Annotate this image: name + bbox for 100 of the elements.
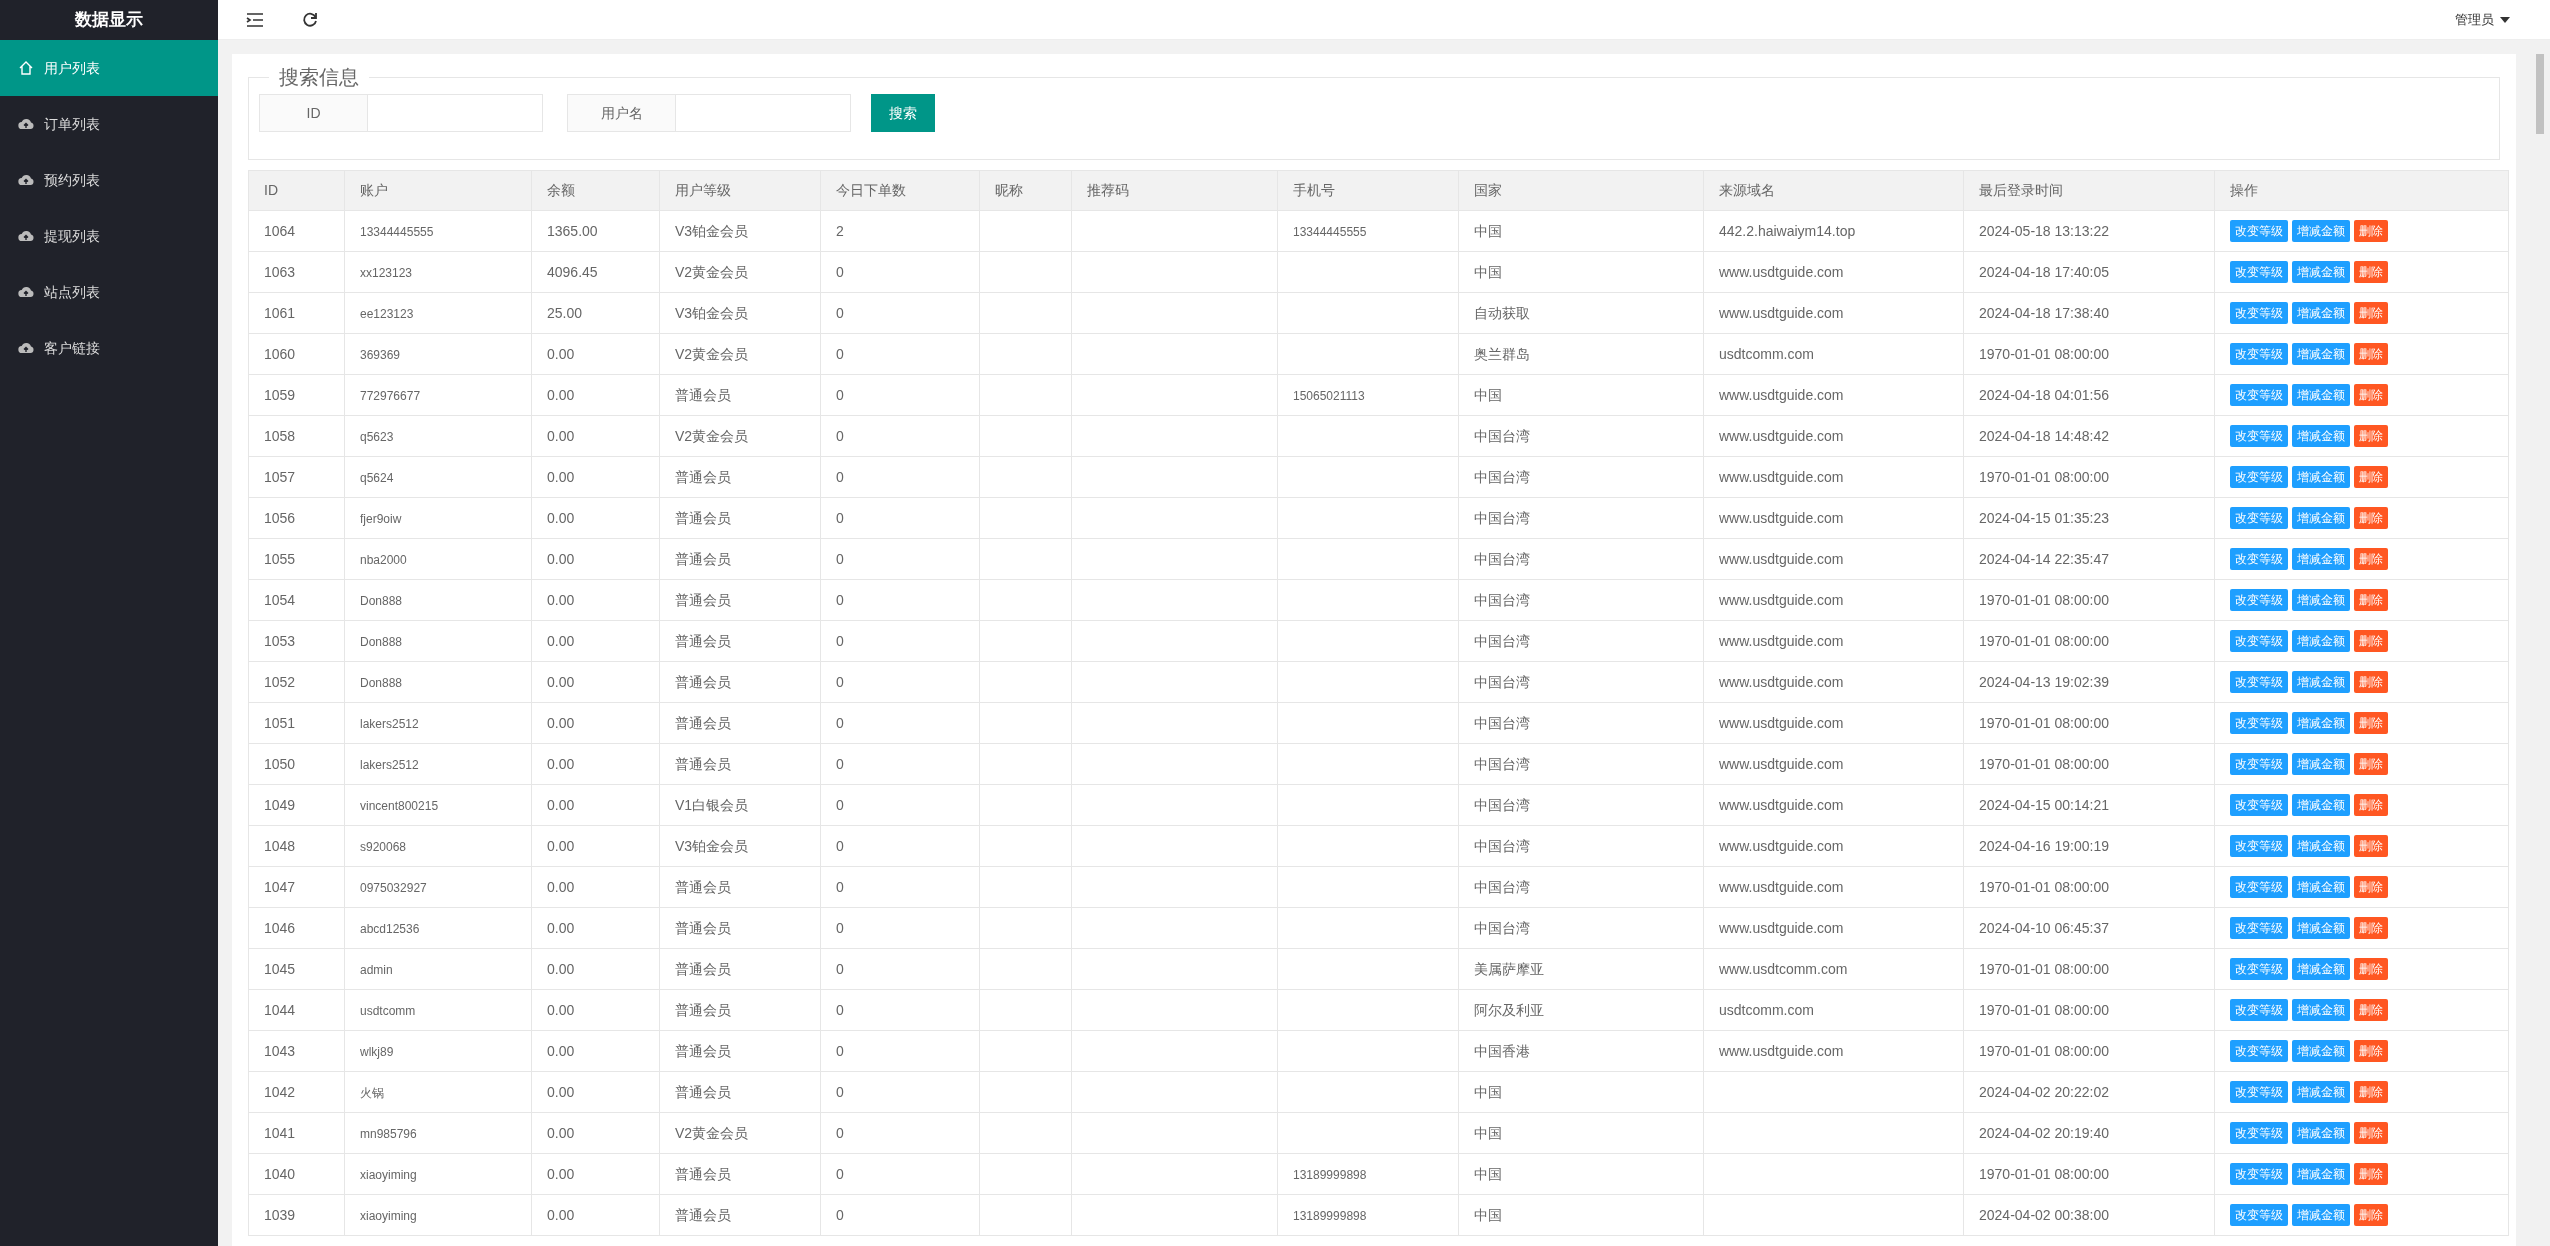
action-button[interactable]: 增减金额: [2292, 794, 2350, 816]
sidebar-item[interactable]: 提现列表: [0, 208, 218, 264]
action-button[interactable]: 改变等级: [2230, 999, 2288, 1021]
action-button[interactable]: 增减金额: [2292, 384, 2350, 406]
action-button[interactable]: 增减金额: [2292, 425, 2350, 447]
sidebar-item[interactable]: 站点列表: [0, 264, 218, 320]
delete-button[interactable]: 删除: [2354, 548, 2388, 570]
search-field[interactable]: 用户名: [567, 94, 851, 132]
user-menu[interactable]: 管理员: [2455, 9, 2510, 30]
action-button[interactable]: 增减金额: [2292, 507, 2350, 529]
delete-button[interactable]: 删除: [2354, 1081, 2388, 1103]
action-button[interactable]: 增减金额: [2292, 1040, 2350, 1062]
sidebar-item[interactable]: 订单列表: [0, 96, 218, 152]
delete-button[interactable]: 删除: [2354, 794, 2388, 816]
action-button[interactable]: 增减金额: [2292, 302, 2350, 324]
action-button[interactable]: 增减金额: [2292, 548, 2350, 570]
sidebar-item[interactable]: 预约列表: [0, 152, 218, 208]
action-button[interactable]: 改变等级: [2230, 835, 2288, 857]
menu-icon[interactable]: [246, 12, 264, 27]
delete-button[interactable]: 删除: [2354, 384, 2388, 406]
action-button[interactable]: 改变等级: [2230, 1081, 2288, 1103]
action-button[interactable]: 改变等级: [2230, 548, 2288, 570]
delete-button[interactable]: 删除: [2354, 302, 2388, 324]
delete-button[interactable]: 删除: [2354, 1122, 2388, 1144]
action-button[interactable]: 增减金额: [2292, 261, 2350, 283]
delete-button[interactable]: 删除: [2354, 958, 2388, 980]
delete-button[interactable]: 删除: [2354, 589, 2388, 611]
delete-button[interactable]: 删除: [2354, 466, 2388, 488]
delete-button[interactable]: 删除: [2354, 999, 2388, 1021]
delete-button[interactable]: 删除: [2354, 220, 2388, 242]
action-button[interactable]: 改变等级: [2230, 220, 2288, 242]
sidebar-item[interactable]: 用户列表: [0, 40, 218, 96]
delete-button[interactable]: 删除: [2354, 630, 2388, 652]
action-button[interactable]: 改变等级: [2230, 261, 2288, 283]
action-button[interactable]: 增减金额: [2292, 589, 2350, 611]
action-button[interactable]: 改变等级: [2230, 753, 2288, 775]
action-button[interactable]: 改变等级: [2230, 302, 2288, 324]
action-button[interactable]: 改变等级: [2230, 1163, 2288, 1185]
delete-button[interactable]: 删除: [2354, 261, 2388, 283]
delete-button[interactable]: 删除: [2354, 876, 2388, 898]
refresh-icon[interactable]: [302, 11, 318, 28]
action-button[interactable]: 改变等级: [2230, 1122, 2288, 1144]
action-button[interactable]: 改变等级: [2230, 589, 2288, 611]
action-button[interactable]: 改变等级: [2230, 466, 2288, 488]
delete-button[interactable]: 删除: [2354, 753, 2388, 775]
action-button[interactable]: 改变等级: [2230, 630, 2288, 652]
action-button[interactable]: 增减金额: [2292, 630, 2350, 652]
action-button[interactable]: 增减金额: [2292, 343, 2350, 365]
delete-button[interactable]: 删除: [2354, 835, 2388, 857]
action-button[interactable]: 改变等级: [2230, 1204, 2288, 1226]
action-button[interactable]: 增减金额: [2292, 712, 2350, 734]
action-button[interactable]: 改变等级: [2230, 917, 2288, 939]
action-button[interactable]: 增减金额: [2292, 876, 2350, 898]
action-button[interactable]: 增减金额: [2292, 466, 2350, 488]
table-cell: 0: [836, 468, 844, 485]
table-cell: www.usdtguide.com: [1719, 796, 1844, 813]
action-button[interactable]: 改变等级: [2230, 712, 2288, 734]
action-button[interactable]: 增减金额: [2292, 1122, 2350, 1144]
delete-button[interactable]: 删除: [2354, 343, 2388, 365]
action-button[interactable]: 增减金额: [2292, 1204, 2350, 1226]
table-cell: 0.00: [547, 386, 575, 403]
field-label: 用户名: [568, 95, 676, 131]
table-cell: 普通会员: [675, 632, 731, 649]
delete-button[interactable]: 删除: [2354, 425, 2388, 447]
delete-button[interactable]: 删除: [2354, 1163, 2388, 1185]
action-button[interactable]: 增减金额: [2292, 917, 2350, 939]
action-button[interactable]: 改变等级: [2230, 876, 2288, 898]
action-button[interactable]: 改变等级: [2230, 384, 2288, 406]
delete-button[interactable]: 删除: [2354, 1204, 2388, 1226]
table-cell: 0.00: [547, 509, 575, 526]
search-button[interactable]: 搜索: [871, 94, 935, 132]
action-button[interactable]: 增减金额: [2292, 753, 2350, 775]
table-cell: 0.00: [547, 468, 575, 485]
delete-button[interactable]: 删除: [2354, 712, 2388, 734]
table-cell: 0: [836, 1165, 844, 1182]
table-cell: 1059: [264, 386, 296, 403]
action-button[interactable]: 改变等级: [2230, 507, 2288, 529]
action-button[interactable]: 增减金额: [2292, 220, 2350, 242]
action-button[interactable]: 改变等级: [2230, 958, 2288, 980]
action-button[interactable]: 改变等级: [2230, 425, 2288, 447]
action-button[interactable]: 增减金额: [2292, 671, 2350, 693]
search-field[interactable]: ID: [259, 94, 543, 132]
table-cell: usdtcomm: [360, 1003, 416, 1018]
table-cell: usdtcomm.com: [1719, 1001, 1814, 1018]
action-button[interactable]: 增减金额: [2292, 958, 2350, 980]
column-header: ID: [248, 170, 345, 211]
delete-button[interactable]: 删除: [2354, 507, 2388, 529]
delete-button[interactable]: 删除: [2354, 917, 2388, 939]
table-cell: 0: [836, 1001, 844, 1018]
action-button[interactable]: 增减金额: [2292, 999, 2350, 1021]
action-button[interactable]: 改变等级: [2230, 794, 2288, 816]
action-button[interactable]: 增减金额: [2292, 835, 2350, 857]
action-button[interactable]: 增减金额: [2292, 1081, 2350, 1103]
sidebar-item[interactable]: 客户链接: [0, 320, 218, 376]
action-button[interactable]: 改变等级: [2230, 1040, 2288, 1062]
delete-button[interactable]: 删除: [2354, 671, 2388, 693]
action-button[interactable]: 改变等级: [2230, 343, 2288, 365]
action-button[interactable]: 增减金额: [2292, 1163, 2350, 1185]
delete-button[interactable]: 删除: [2354, 1040, 2388, 1062]
action-button[interactable]: 改变等级: [2230, 671, 2288, 693]
